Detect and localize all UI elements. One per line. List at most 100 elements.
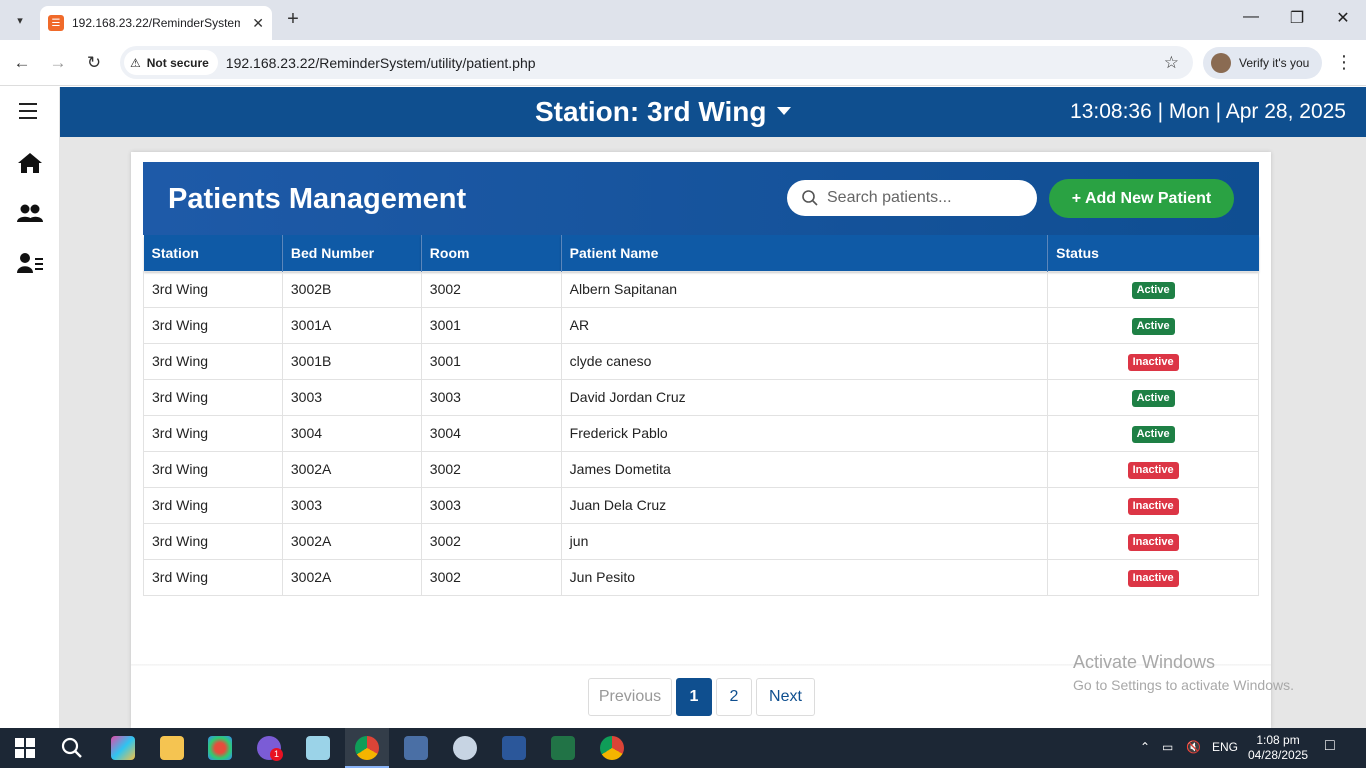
- profile-chip[interactable]: Verify it's you: [1203, 47, 1322, 79]
- word-icon[interactable]: [502, 736, 526, 760]
- windows-taskbar: 1 ⌃ ▭ 🔇 ENG 1:08 pm 04/28/2025 □: [0, 728, 1366, 768]
- security-label: Not secure: [146, 55, 209, 70]
- table-row[interactable]: 3rd Wing 3003 3003 Juan Dela Cruz Inactive: [143, 486, 1259, 524]
- add-new-patient-button[interactable]: + Add New Patient: [1049, 179, 1234, 218]
- column-header-room[interactable]: Room: [421, 235, 562, 271]
- cell-bed-number: 3002A: [281, 558, 422, 596]
- cell-patient-name: Jun Pesito: [560, 558, 1049, 596]
- cell-patient-name: Juan Dela Cruz: [560, 486, 1049, 524]
- cell-station: 3rd Wing: [143, 486, 283, 524]
- column-header-bed-number[interactable]: Bed Number: [282, 235, 422, 271]
- bookmark-star-icon[interactable]: ☆: [1164, 53, 1179, 73]
- language-indicator[interactable]: ENG: [1212, 740, 1238, 754]
- cell-status: Inactive: [1047, 450, 1259, 488]
- taskbar-date: 04/28/2025: [1248, 748, 1309, 762]
- cell-station: 3rd Wing: [143, 414, 283, 452]
- table-row[interactable]: 3rd Wing 3002B 3002 Albern Sapitanan Active: [143, 270, 1259, 308]
- station-selector[interactable]: Station: 3rd Wing: [535, 96, 791, 128]
- column-header-patient-name[interactable]: Patient Name: [561, 235, 1049, 271]
- app-icon-dots[interactable]: [208, 736, 232, 760]
- favicon-icon: ☰: [48, 15, 64, 31]
- table-row[interactable]: 3rd Wing 3002A 3002 Jun Pesito Inactive: [143, 558, 1259, 596]
- cell-patient-name: Frederick Pablo: [560, 414, 1049, 452]
- cell-station: 3rd Wing: [143, 342, 283, 380]
- table-row[interactable]: 3rd Wing 3003 3003 David Jordan Cruz Active: [143, 378, 1259, 416]
- status-badge: Active: [1131, 425, 1175, 443]
- close-window-icon[interactable]: ✕: [1328, 8, 1358, 28]
- cell-station: 3rd Wing: [143, 450, 283, 488]
- status-badge: Inactive: [1127, 497, 1179, 515]
- tab-search-dropdown-icon[interactable]: ▾: [8, 8, 32, 32]
- cell-room: 3002: [420, 558, 562, 596]
- search-input[interactable]: [827, 189, 1027, 207]
- cell-patient-name: Albern Sapitanan: [560, 270, 1049, 308]
- cell-room: 3001: [420, 342, 562, 380]
- taskbar-search-icon[interactable]: [60, 736, 84, 760]
- notifications-icon[interactable]: □: [1325, 737, 1335, 755]
- snipping-tool-icon[interactable]: [453, 736, 477, 760]
- column-header-status[interactable]: Status: [1047, 235, 1259, 271]
- previous-page-button[interactable]: Previous: [588, 678, 672, 716]
- status-badge: Inactive: [1127, 461, 1179, 479]
- page-2-button[interactable]: 2: [716, 678, 752, 716]
- tab-close-icon[interactable]: ✕: [252, 15, 264, 32]
- taskbar-clock[interactable]: 1:08 pm 04/28/2025: [1248, 733, 1308, 763]
- back-icon[interactable]: ←: [11, 52, 33, 74]
- chrome-icon-2[interactable]: [600, 736, 624, 760]
- cell-room: 3002: [420, 522, 562, 560]
- cell-patient-name: clyde caneso: [560, 342, 1049, 380]
- users-icon[interactable]: [16, 201, 44, 225]
- copilot-icon[interactable]: [111, 736, 135, 760]
- home-icon[interactable]: [16, 151, 44, 175]
- new-tab-icon[interactable]: +: [282, 8, 304, 30]
- column-header-station[interactable]: Station: [143, 235, 283, 271]
- browser-tab[interactable]: ☰ 192.168.23.22/ReminderSystem ✕: [40, 6, 272, 40]
- address-bar-row: ← → ↻ ⚠ Not secure 192.168.23.22/Reminde…: [0, 40, 1366, 86]
- table-row[interactable]: 3rd Wing 3001A 3001 AR Active: [143, 306, 1259, 344]
- status-badge: Active: [1131, 281, 1175, 299]
- search-box[interactable]: [787, 180, 1037, 216]
- restore-icon[interactable]: ❐: [1282, 8, 1312, 28]
- next-page-button[interactable]: Next: [756, 678, 815, 716]
- table-row[interactable]: 3rd Wing 3002A 3002 James Dometita Inactive: [143, 450, 1259, 488]
- cell-bed-number: 3001B: [281, 342, 422, 380]
- chrome-icon[interactable]: [355, 736, 379, 760]
- cell-room: 3001: [420, 306, 562, 344]
- calculator-icon[interactable]: [404, 736, 428, 760]
- excel-icon[interactable]: [551, 736, 575, 760]
- file-explorer-icon[interactable]: [160, 736, 184, 760]
- tab-title: 192.168.23.22/ReminderSystem: [72, 16, 240, 30]
- cell-patient-name: AR: [560, 306, 1049, 344]
- tray-chevron-icon[interactable]: ⌃: [1140, 740, 1150, 754]
- cell-patient-name: David Jordan Cruz: [560, 378, 1049, 416]
- browser-menu-icon[interactable]: ⋮: [1335, 52, 1353, 73]
- page-title: Patients Management: [168, 183, 467, 215]
- network-icon[interactable]: ▭: [1162, 740, 1173, 754]
- table-row[interactable]: 3rd Wing 3001B 3001 clyde caneso Inactive: [143, 342, 1259, 380]
- cell-bed-number: 3002A: [281, 522, 422, 560]
- menu-icon[interactable]: [16, 99, 44, 123]
- cell-room: 3003: [420, 378, 562, 416]
- table-row[interactable]: 3rd Wing 3004 3004 Frederick Pablo Active: [143, 414, 1259, 452]
- notification-badge: 1: [270, 748, 283, 761]
- cell-patient-name: jun: [560, 522, 1049, 560]
- omnibox[interactable]: ⚠ Not secure 192.168.23.22/ReminderSyste…: [120, 46, 1193, 79]
- cell-status: Active: [1047, 378, 1259, 416]
- watermark-line2: Go to Settings to activate Windows.: [1073, 677, 1294, 693]
- cell-status: Active: [1047, 306, 1259, 344]
- notepad-icon[interactable]: [306, 736, 330, 760]
- url-text[interactable]: 192.168.23.22/ReminderSystem/utility/pat…: [226, 55, 536, 71]
- cell-status: Active: [1047, 270, 1259, 308]
- table-row[interactable]: 3rd Wing 3002A 3002 jun Inactive: [143, 522, 1259, 560]
- volume-muted-icon[interactable]: 🔇: [1186, 740, 1201, 754]
- windows-start-icon[interactable]: [13, 736, 37, 760]
- reload-icon[interactable]: ↻: [83, 52, 105, 74]
- cell-station: 3rd Wing: [143, 306, 283, 344]
- status-badge: Inactive: [1127, 533, 1179, 551]
- minimize-icon[interactable]: —: [1236, 8, 1266, 26]
- cell-bed-number: 3001A: [281, 306, 422, 344]
- forward-icon[interactable]: →: [47, 52, 69, 74]
- page-1-button[interactable]: 1: [676, 678, 712, 716]
- patient-list-icon[interactable]: [16, 251, 44, 275]
- security-chip[interactable]: ⚠ Not secure: [124, 50, 218, 75]
